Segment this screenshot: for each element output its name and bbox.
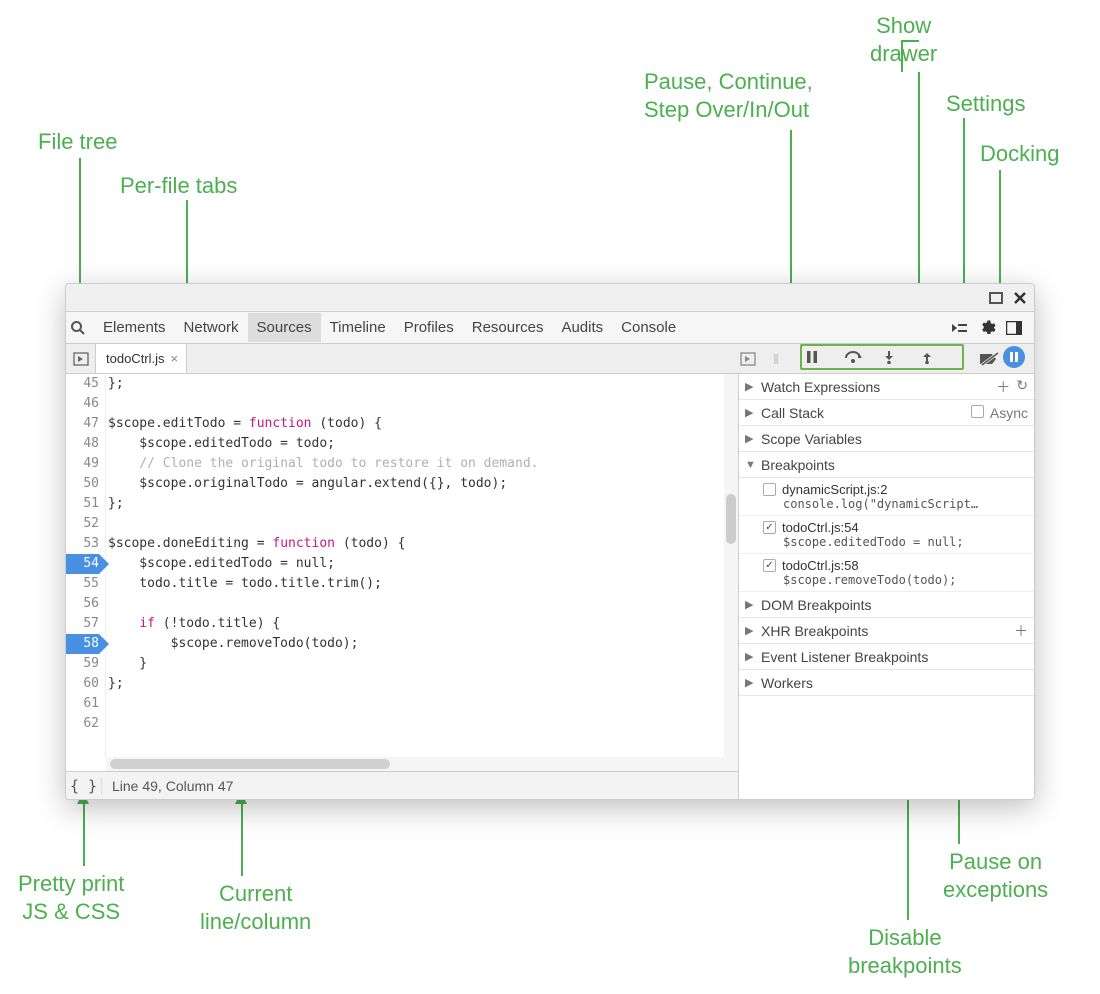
close-file-tab-icon[interactable]: × — [171, 351, 179, 366]
breakpoint-title: dynamicScript.js:2 — [782, 482, 887, 497]
annotation-current-line: Current line/column — [200, 880, 311, 935]
annotation-pretty-print: Pretty print JS & CSS — [18, 870, 124, 925]
show-drawer-icon[interactable] — [950, 321, 978, 335]
debugger-controls — [800, 344, 964, 370]
tab-profiles[interactable]: Profiles — [395, 313, 463, 342]
callstack-label: Call Stack — [761, 405, 824, 421]
annotation-settings: Settings — [946, 90, 1026, 118]
step-over-button[interactable] — [844, 350, 882, 364]
status-bar: { } Line 49, Column 47 — [66, 771, 738, 799]
event-listener-bp-row[interactable]: ▶ Event Listener Breakpoints — [739, 644, 1034, 670]
tab-audits[interactable]: Audits — [552, 313, 612, 342]
debugger-sidebar: ▶ Watch Expressions ＋ ↻ ▶ Call Stack Asy… — [738, 374, 1034, 799]
tab-sources[interactable]: Sources — [248, 313, 321, 342]
deactivate-breakpoints-button[interactable] — [978, 351, 1002, 367]
close-icon[interactable] — [1012, 290, 1028, 306]
annotation-file-tree: File tree — [38, 128, 117, 156]
vertical-scrollbar[interactable] — [724, 374, 738, 757]
annotation-per-file-tabs: Per-file tabs — [120, 172, 237, 200]
annotation-debug-controls: Pause, Continue, Step Over/In/Out — [644, 68, 813, 123]
breakpoint-title: todoCtrl.js:58 — [782, 558, 859, 573]
breakpoint-item[interactable]: ✓ todoCtrl.js:58$scope.removeTodo(todo); — [739, 554, 1034, 592]
scope-label: Scope Variables — [761, 431, 862, 447]
expand-icon: ▶ — [745, 650, 757, 663]
watch-label: Watch Expressions — [761, 379, 880, 395]
step-in-button[interactable] — [882, 350, 920, 364]
tab-elements[interactable]: Elements — [94, 313, 175, 342]
expand-icon: ▶ — [745, 406, 757, 419]
expand-icon: ▶ — [745, 598, 757, 611]
tab-timeline[interactable]: Timeline — [321, 313, 395, 342]
dock-icon[interactable] — [1006, 321, 1034, 335]
expand-icon: ▶ — [745, 380, 757, 393]
step-out-button[interactable] — [920, 350, 958, 364]
pause-on-exceptions-button[interactable] — [1002, 346, 1026, 371]
breakpoint-snippet: console.log("dynamicScript… — [763, 497, 1026, 511]
window-titlebar — [66, 284, 1034, 312]
refresh-icon[interactable]: ↻ — [1016, 377, 1028, 397]
file-tab-bar: todoCtrl.js × ‖ — [66, 344, 1034, 374]
maximize-icon[interactable] — [988, 290, 1004, 306]
expand-icon: ▶ — [745, 432, 757, 445]
breakpoint-checkbox[interactable] — [763, 483, 776, 496]
collapse-icon: ▼ — [745, 459, 757, 471]
editor-pane: 454647484950515253545556575859606162 };$… — [66, 374, 738, 799]
tab-network[interactable]: Network — [175, 313, 248, 342]
expand-icon: ▶ — [745, 624, 757, 637]
divider-icon: ‖ — [764, 351, 788, 367]
breakpoint-snippet: $scope.removeTodo(todo); — [763, 573, 1026, 587]
dom-bp-label: DOM Breakpoints — [761, 597, 871, 613]
breakpoint-checkbox[interactable]: ✓ — [763, 559, 776, 572]
breakpoint-item[interactable]: dynamicScript.js:2console.log("dynamicSc… — [739, 478, 1034, 516]
annotation-disable-breakpoints: Disable breakpoints — [848, 924, 962, 979]
tab-console[interactable]: Console — [612, 313, 685, 342]
file-tab-label: todoCtrl.js — [106, 351, 165, 366]
async-label: Async — [990, 405, 1028, 421]
annotation-docking: Docking — [980, 140, 1059, 168]
workers-label: Workers — [761, 675, 813, 691]
tab-resources[interactable]: Resources — [463, 313, 553, 342]
xhr-bp-label: XHR Breakpoints — [761, 623, 868, 639]
dom-breakpoints-row[interactable]: ▶ DOM Breakpoints — [739, 592, 1034, 618]
horizontal-scrollbar[interactable] — [106, 757, 738, 771]
line-gutter: 454647484950515253545556575859606162 — [66, 374, 106, 757]
code-body[interactable]: };$scope.editTodo = function (todo) { $s… — [106, 374, 724, 757]
breakpoint-title: todoCtrl.js:54 — [782, 520, 859, 535]
breakpoints-label: Breakpoints — [761, 457, 835, 473]
navigator-toggle-icon[interactable] — [740, 352, 764, 366]
gear-icon[interactable] — [978, 319, 1006, 337]
main-tab-strip: Elements Network Sources Timeline Profil… — [66, 312, 1034, 344]
xhr-breakpoints-row[interactable]: ▶ XHR Breakpoints ＋ — [739, 618, 1034, 644]
pause-button[interactable] — [806, 350, 844, 364]
content-area: 454647484950515253545556575859606162 };$… — [66, 374, 1034, 799]
watch-expressions-row[interactable]: ▶ Watch Expressions ＋ ↻ — [739, 374, 1034, 400]
add-watch-icon[interactable]: ＋ — [996, 377, 1010, 397]
cursor-position: Line 49, Column 47 — [102, 778, 233, 794]
async-checkbox[interactable] — [971, 405, 984, 418]
workers-row[interactable]: ▶ Workers — [739, 670, 1034, 696]
devtools-window: Elements Network Sources Timeline Profil… — [65, 283, 1035, 800]
call-stack-row[interactable]: ▶ Call Stack Async — [739, 400, 1034, 426]
scope-variables-row[interactable]: ▶ Scope Variables — [739, 426, 1034, 452]
add-xhr-bp-icon[interactable]: ＋ — [1014, 621, 1028, 641]
breakpoint-snippet: $scope.editedTodo = null; — [763, 535, 1026, 549]
code-editor[interactable]: 454647484950515253545556575859606162 };$… — [66, 374, 738, 757]
expand-icon: ▶ — [745, 676, 757, 689]
pretty-print-button[interactable]: { } — [66, 777, 102, 795]
file-tree-toggle[interactable] — [66, 344, 96, 373]
breakpoints-row[interactable]: ▼ Breakpoints — [739, 452, 1034, 478]
breakpoint-item[interactable]: ✓ todoCtrl.js:54$scope.editedTodo = null; — [739, 516, 1034, 554]
search-icon[interactable] — [70, 320, 94, 336]
annotation-pause-exceptions: Pause on exceptions — [943, 848, 1048, 903]
breakpoint-checkbox[interactable]: ✓ — [763, 521, 776, 534]
event-bp-label: Event Listener Breakpoints — [761, 649, 928, 665]
file-tab-todoctrl[interactable]: todoCtrl.js × — [96, 344, 187, 373]
